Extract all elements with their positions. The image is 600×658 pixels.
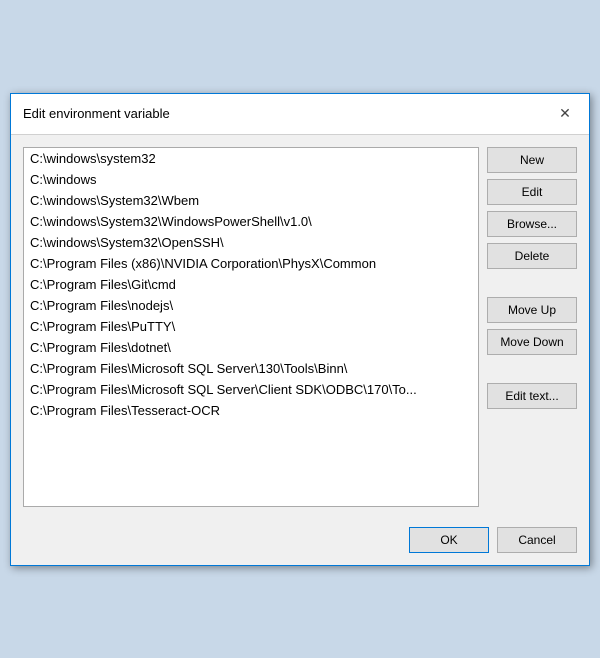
- list-item[interactable]: C:\Program Files\PuTTY\: [24, 316, 478, 337]
- list-item[interactable]: C:\windows: [24, 169, 478, 190]
- list-item[interactable]: C:\Program Files\Microsoft SQL Server\Cl…: [24, 379, 478, 400]
- list-item[interactable]: C:\Program Files\Tesseract-OCR: [24, 400, 478, 421]
- ok-button[interactable]: OK: [409, 527, 489, 553]
- close-button[interactable]: ✕: [553, 102, 577, 126]
- buttons-panel: New Edit Browse... Delete Move Up Move D…: [487, 147, 577, 507]
- dialog-footer: OK Cancel: [11, 519, 589, 565]
- list-item[interactable]: C:\windows\System32\WindowsPowerShell\v1…: [24, 211, 478, 232]
- list-item[interactable]: C:\Program Files\Git\cmd: [24, 274, 478, 295]
- list-item[interactable]: C:\windows\System32\Wbem: [24, 190, 478, 211]
- move-up-button[interactable]: Move Up: [487, 297, 577, 323]
- list-item[interactable]: C:\windows\system32: [24, 148, 478, 169]
- dialog-title: Edit environment variable: [23, 106, 170, 121]
- delete-button[interactable]: Delete: [487, 243, 577, 269]
- list-item[interactable]: C:\Program Files\Microsoft SQL Server\13…: [24, 358, 478, 379]
- edit-env-variable-dialog: Edit environment variable ✕ C:\windows\s…: [10, 93, 590, 566]
- list-item[interactable]: C:\Program Files\nodejs\: [24, 295, 478, 316]
- new-button[interactable]: New: [487, 147, 577, 173]
- move-down-button[interactable]: Move Down: [487, 329, 577, 355]
- env-variable-list[interactable]: C:\windows\system32C:\windowsC:\windows\…: [23, 147, 479, 507]
- list-item[interactable]: C:\windows\System32\OpenSSH\: [24, 232, 478, 253]
- list-item[interactable]: C:\Program Files\dotnet\: [24, 337, 478, 358]
- edit-text-button[interactable]: Edit text...: [487, 383, 577, 409]
- dialog-content: C:\windows\system32C:\windowsC:\windows\…: [11, 135, 589, 519]
- title-bar: Edit environment variable ✕: [11, 94, 589, 135]
- cancel-button[interactable]: Cancel: [497, 527, 577, 553]
- main-area: C:\windows\system32C:\windowsC:\windows\…: [23, 147, 577, 507]
- edit-button[interactable]: Edit: [487, 179, 577, 205]
- list-item[interactable]: C:\Program Files (x86)\NVIDIA Corporatio…: [24, 253, 478, 274]
- browse-button[interactable]: Browse...: [487, 211, 577, 237]
